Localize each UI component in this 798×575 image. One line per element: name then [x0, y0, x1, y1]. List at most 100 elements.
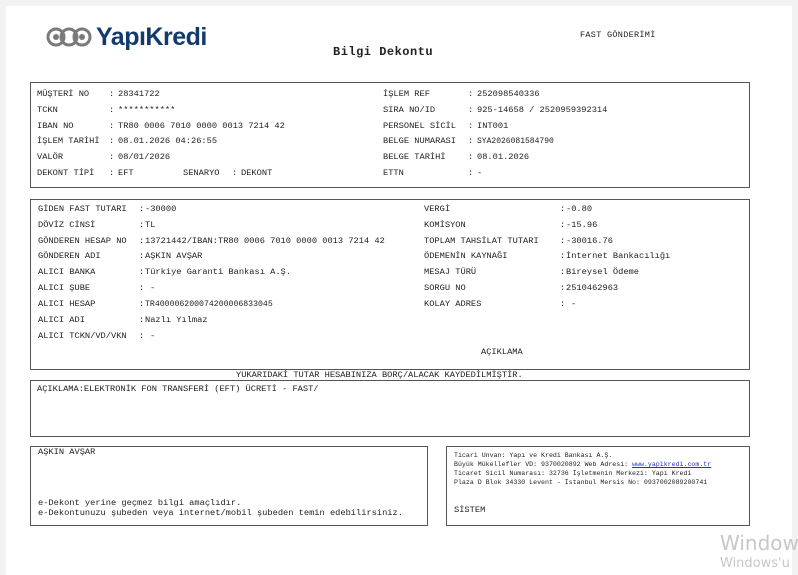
info-colon: :: [109, 136, 115, 146]
info-label: MÜŞTERİ NO: [37, 89, 90, 99]
info-colon: :: [109, 152, 115, 162]
transfer-type: FAST GÖNDERİMİ: [580, 30, 656, 40]
transfer-label: ÖDEMENİN KAYNAĞI: [424, 251, 508, 261]
transfer-value: -15.96: [566, 220, 598, 230]
info-label: ETTN: [383, 168, 404, 178]
bank-line4: Plaza D Blok 34330 Levent - İstanbul Mer…: [454, 479, 708, 486]
info-colon: :: [109, 105, 115, 115]
transfer-value: AŞKIN AVŞAR: [145, 251, 203, 261]
transfer-label: ALICI BANKA: [38, 267, 96, 277]
transfer-label: ALICI ŞUBE: [38, 283, 91, 293]
system-label: SİSTEM: [454, 505, 486, 515]
bank-line1: Ticari Unvan: Yapı ve Kredi Bankası A.Ş.: [454, 452, 613, 459]
info-colon: :: [468, 168, 474, 178]
edekont-note-line2: e-Dekontunuzu şubeden veya internet/mobi…: [38, 508, 403, 518]
bank-line3: Ticaret Sicil Numarası: 32736 İşletmenin…: [454, 470, 692, 477]
transfer-label: TOPLAM TAHSİLAT TUTARI: [424, 236, 539, 246]
transfer-value: -: [150, 331, 156, 341]
info-value: 28341722: [118, 89, 160, 99]
info-colon: :: [468, 136, 474, 146]
info-colon: :: [109, 168, 115, 178]
transfer-label: VERGİ: [424, 204, 451, 214]
info-label: SIRA NO/ID: [383, 105, 436, 115]
transfer-label: ALICI ADI: [38, 315, 85, 325]
transfer-label: GÖNDEREN ADI: [38, 251, 101, 261]
info-colon: :: [468, 89, 474, 99]
transfer-value: TL: [145, 220, 156, 230]
transfer-label: KOMİSYON: [424, 220, 466, 230]
info-colon: :: [468, 152, 474, 162]
transfer-colon: :: [560, 267, 566, 277]
transfer-colon: :: [560, 236, 566, 246]
info-value: SYA2026081584790: [477, 137, 554, 146]
info-label: BELGE TARİHİ: [383, 152, 446, 162]
transfer-value: Türkiye Garanti Bankası A.Ş.: [145, 267, 291, 277]
transfer-value: -30000: [145, 204, 177, 214]
transfer-label: MESAJ TÜRÜ: [424, 267, 477, 277]
transfer-colon: :: [139, 251, 145, 261]
windows-watermark-title: Windows: [720, 531, 798, 555]
info-colon: :: [232, 168, 238, 178]
scenario-value: DEKONT: [241, 168, 273, 178]
info-value: 08/01/2026: [118, 152, 171, 162]
transfer-colon: :: [139, 220, 145, 230]
transfer-colon: :: [139, 267, 145, 277]
transfer-value: -: [150, 283, 156, 293]
description-text: AÇIKLAMA:ELEKTRONİK FON TRANSFERİ (EFT) …: [37, 384, 319, 394]
info-value: 925-14658 / 2520959392314: [477, 105, 608, 115]
transfer-value: Bireysel Ödeme: [566, 267, 639, 277]
yapikredi-logo: YapıKredi: [46, 22, 207, 52]
transfer-label: SORGU NO: [424, 283, 466, 293]
info-label: IBAN NO: [37, 121, 74, 131]
transfer-value: Nazlı Yılmaz: [145, 315, 208, 325]
transfer-colon: :: [139, 315, 145, 325]
transfer-label: KOLAY ADRES: [424, 299, 482, 309]
info-label: İŞLEM TARİHİ: [37, 136, 100, 146]
info-colon: :: [109, 89, 115, 99]
info-value: EFT: [118, 168, 134, 178]
transfer-label: ALICI TCKN/VD/VKN: [38, 331, 127, 341]
info-label: İŞLEM REF: [383, 89, 430, 99]
transfer-colon: :: [560, 204, 566, 214]
bank-line2: Büyük Mükellefler VD: 9370020892 Web Adr…: [454, 460, 711, 469]
info-label: TCKN: [37, 105, 58, 115]
page-title: Bilgi Dekontu: [333, 45, 434, 59]
transfer-value: -: [571, 299, 577, 309]
info-colon: :: [109, 121, 115, 131]
transfer-label: GÖNDEREN HESAP NO: [38, 236, 127, 246]
transfer-colon: :: [139, 299, 145, 309]
brand-name: YapıKredi: [96, 22, 207, 51]
info-value: -: [477, 168, 483, 178]
customer-name: AŞKIN AVŞAR: [38, 447, 96, 457]
transfer-colon: :: [560, 299, 566, 309]
transfer-colon: :: [560, 220, 566, 230]
info-label: DEKONT TİPİ: [37, 168, 95, 178]
transfer-label: GİDEN FAST TUTARI: [38, 204, 127, 214]
transfer-value: 2510462963: [566, 283, 619, 293]
transfer-value: 13721442/IBAN:TR80 0006 7010 0000 0013 7…: [145, 236, 385, 246]
info-value: 08.01.2026 04:26:55: [118, 136, 218, 146]
aciklama-heading: AÇIKLAMA: [481, 347, 523, 357]
info-colon: :: [468, 105, 474, 115]
website-link[interactable]: www.yapikredi.com.tr: [632, 461, 711, 468]
transfer-colon: :: [139, 331, 145, 341]
bank-line2-text: Büyük Mükellefler VD: 9370020892 Web Adr…: [454, 461, 633, 468]
info-value: TR80 0006 7010 0000 0013 7214 42: [118, 121, 285, 131]
transfer-label: DÖVİZ CİNSİ: [38, 220, 96, 230]
transfer-colon: :: [139, 204, 145, 214]
info-colon: :: [468, 121, 474, 131]
info-label: PERSONEL SİCİL: [383, 121, 456, 131]
info-value: 252098540336: [477, 89, 540, 99]
transfer-colon: :: [560, 283, 566, 293]
info-label: BELGE NUMARASI: [383, 136, 456, 146]
yapikredi-logo-icon: [46, 27, 92, 47]
scenario-label: SENARYO: [183, 168, 220, 178]
transfer-colon: :: [139, 283, 145, 293]
transfer-colon: :: [139, 236, 145, 246]
transfer-value: İnternet Bankacılığı: [566, 251, 671, 261]
info-value: INT001: [477, 121, 509, 131]
transfer-value: TR400006200074200006833045: [145, 300, 273, 309]
transfer-value: -30016.76: [566, 236, 613, 246]
transfer-colon: :: [560, 251, 566, 261]
info-label: VALÖR: [37, 152, 64, 162]
